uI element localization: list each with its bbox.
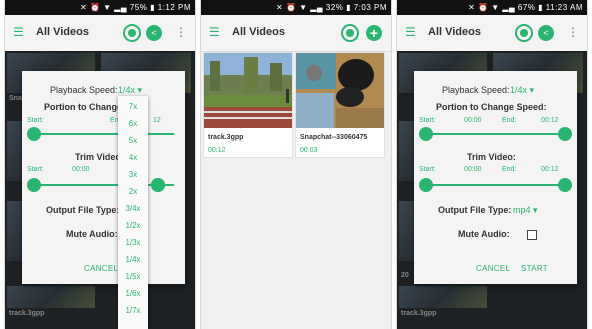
portion-slider-track[interactable]: [34, 133, 174, 135]
app-bar: ☰ All Videos < ⋮: [5, 15, 195, 52]
status-bar: ✕ ⏰ ▼ ▂▄ 32% ▮ 7:03 PM: [201, 0, 391, 15]
video-duration: 00:03: [300, 147, 318, 154]
output-file-type-label: Output File Type:: [46, 205, 120, 215]
start-time: 00:00: [464, 117, 482, 124]
add-icon[interactable]: +: [366, 25, 382, 41]
trim-start-label: Start:: [27, 166, 44, 173]
output-file-type-label: Output File Type:: [438, 205, 512, 215]
end-label: End:: [502, 117, 517, 124]
status-bar: ✕ ⏰ ▼ ▂▄ 75% ▮ 1:12 PM: [5, 0, 195, 15]
trim-video-label: Trim Video:: [467, 152, 516, 162]
status-bar: ✕ ⏰ ▼ ▂▄ 67% ▮ 11:23 AM: [397, 0, 587, 15]
speed-option[interactable]: 1/3x: [118, 238, 148, 247]
status-icons: ✕ ⏰ ▼ ▂▄ 32% ▮ 7:03 PM: [276, 3, 387, 12]
cancel-button[interactable]: CANCEL: [476, 264, 510, 273]
more-options-icon[interactable]: ⋮: [567, 25, 579, 39]
speed-option[interactable]: 6x: [118, 119, 148, 128]
video-name: track.3gpp: [208, 134, 244, 141]
app-title: All Videos: [428, 26, 481, 38]
speed-option[interactable]: 1/5x: [118, 272, 148, 281]
share-icon[interactable]: <: [538, 25, 554, 41]
app-title: All Videos: [232, 26, 285, 38]
phone-screen-3: ✕ ⏰ ▼ ▂▄ 67% ▮ 11:23 AM ☰ All Videos < ⋮…: [397, 0, 587, 329]
end-time-partial: 12: [153, 117, 161, 124]
portion-start-handle[interactable]: [27, 127, 41, 141]
speed-option[interactable]: 3/4x: [118, 204, 148, 213]
trim-start-handle[interactable]: [419, 178, 433, 192]
speed-option[interactable]: 1/2x: [118, 221, 148, 230]
playback-speed-select[interactable]: 1/4x ▾: [118, 85, 142, 96]
phone-screen-1: ✕ ⏰ ▼ ▂▄ 75% ▮ 1:12 PM ☰ All Videos < ⋮ …: [5, 0, 195, 329]
speed-option[interactable]: 4x: [118, 153, 148, 162]
mute-audio-checkbox[interactable]: [527, 230, 537, 240]
portion-slider-track[interactable]: [426, 133, 566, 135]
start-label: Start:: [27, 117, 44, 124]
menu-icon[interactable]: ☰: [209, 25, 220, 39]
video-card[interactable]: Snapchat--33060475 00:03: [296, 53, 384, 157]
status-icons: ✕ ⏰ ▼ ▂▄ 67% ▮ 11:23 AM: [468, 3, 583, 12]
speed-option[interactable]: 1/6x: [118, 289, 148, 298]
portion-label: Portion to Change Speed:: [436, 102, 547, 112]
video-thumbnail: [296, 53, 384, 128]
share-icon[interactable]: <: [146, 25, 162, 41]
app-title: All Videos: [36, 26, 89, 38]
mute-audio-label: Mute Audio:: [458, 229, 510, 239]
video-name: Snapchat--33060475: [300, 134, 368, 141]
speed-option[interactable]: 2x: [118, 187, 148, 196]
portion-start-handle[interactable]: [419, 127, 433, 141]
phone-screen-2: ✕ ⏰ ▼ ▂▄ 32% ▮ 7:03 PM ☰ All Videos + tr…: [201, 0, 391, 329]
menu-icon[interactable]: ☰: [405, 25, 416, 39]
end-time: 00:12: [541, 117, 559, 124]
trim-start-label: Start:: [419, 166, 436, 173]
cancel-button[interactable]: CANCEL: [84, 264, 118, 273]
trim-slider-track[interactable]: [426, 184, 566, 186]
start-label: Start:: [419, 117, 436, 124]
portion-end-handle[interactable]: [558, 127, 572, 141]
speed-option[interactable]: 7x: [118, 102, 148, 111]
trim-end-label: End:: [502, 166, 517, 173]
app-bar: ☰ All Videos < ⋮: [397, 15, 587, 52]
record-icon[interactable]: [341, 24, 359, 42]
speed-option[interactable]: 1/4x: [118, 255, 148, 264]
trim-video-label: Trim Video: [75, 152, 121, 162]
record-icon[interactable]: [123, 24, 141, 42]
speed-option[interactable]: 3x: [118, 170, 148, 179]
playback-speed-label: Playback Speed:: [442, 85, 510, 95]
trim-end-handle[interactable]: [151, 178, 165, 192]
trim-end-handle[interactable]: [558, 178, 572, 192]
playback-speed-label: Playback Speed:: [50, 85, 118, 95]
menu-icon[interactable]: ☰: [13, 25, 24, 39]
mute-audio-label: Mute Audio:: [66, 229, 118, 239]
trim-start-time: 00:00: [72, 166, 90, 173]
trim-end-time: 00:12: [541, 166, 559, 173]
record-icon[interactable]: [515, 24, 533, 42]
speed-option[interactable]: 1/7x: [118, 306, 148, 315]
video-card[interactable]: track.3gpp 00:12: [204, 53, 292, 157]
status-icons: ✕ ⏰ ▼ ▂▄ 75% ▮ 1:12 PM: [80, 3, 191, 12]
output-file-type-select[interactable]: mp4 ▾: [513, 205, 538, 216]
video-thumbnail: [204, 53, 292, 128]
trim-start-time: 00:00: [464, 166, 482, 173]
speed-option[interactable]: 5x: [118, 136, 148, 145]
video-duration: 00:12: [208, 147, 226, 154]
speed-dialog: Playback Speed: 1/4x ▾ Portion to Change…: [414, 71, 577, 284]
trim-start-handle[interactable]: [27, 178, 41, 192]
app-bar: ☰ All Videos +: [201, 15, 391, 52]
start-button[interactable]: START: [521, 264, 548, 273]
playback-speed-select[interactable]: 1/4x ▾: [510, 85, 534, 96]
playback-speed-dropdown: 7x 6x 5x 4x 3x 2x 3/4x 1/2x 1/3x 1/4x 1/…: [118, 96, 148, 329]
portion-label: Portion to Change: [44, 102, 122, 112]
more-options-icon[interactable]: ⋮: [175, 25, 187, 39]
